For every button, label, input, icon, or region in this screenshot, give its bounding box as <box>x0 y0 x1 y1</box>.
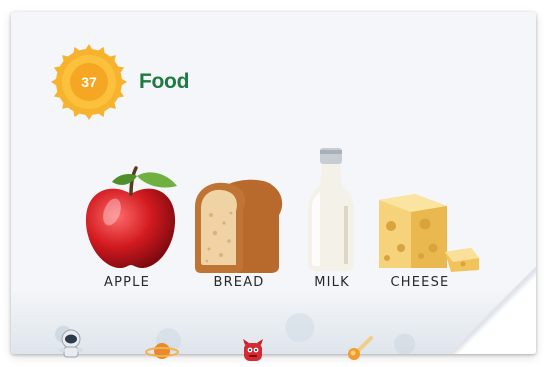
bread-image <box>191 175 287 275</box>
planet-icon <box>145 340 179 362</box>
lesson-number: 37 <box>81 74 97 90</box>
monster-icon <box>240 337 266 363</box>
space-decoration-strip <box>11 288 536 354</box>
comet-icon <box>345 336 373 362</box>
page-title: Food <box>139 70 190 93</box>
cheese-image <box>375 192 483 274</box>
item-label-apple: APPLE <box>103 275 151 290</box>
astronaut-icon <box>56 328 86 360</box>
item-label-cheese: CHEESE <box>390 275 450 290</box>
milk-bottle-image <box>306 146 356 272</box>
apple-image <box>82 164 180 272</box>
sun-badge: 37 <box>50 43 128 121</box>
